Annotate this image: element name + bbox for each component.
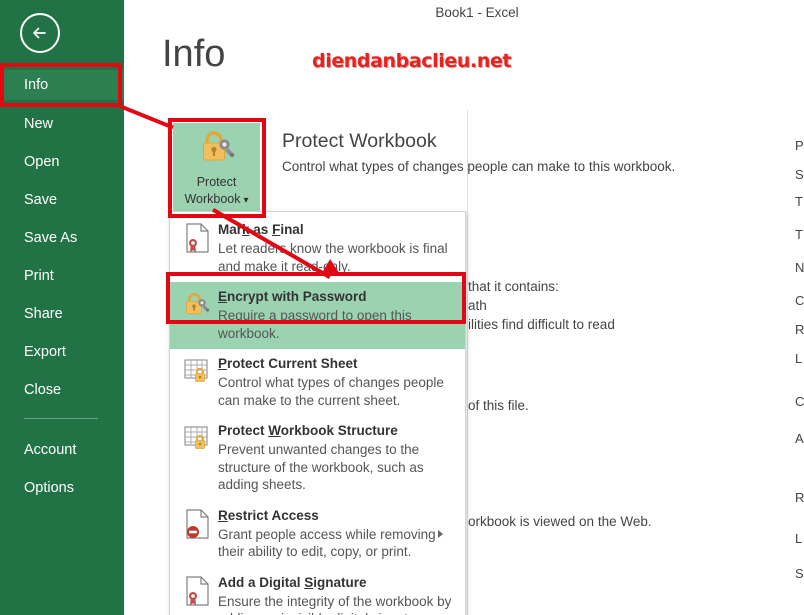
menu-item-description: Require a password to open this workbook… bbox=[218, 308, 412, 341]
protect-workbook-dropdown-menu: Mark as Final Let readers know the workb… bbox=[169, 211, 466, 615]
rc-line: C bbox=[795, 394, 804, 409]
rc-line: R bbox=[795, 322, 804, 337]
sidebar-item-label: Info bbox=[24, 77, 49, 93]
sidebar-item-info[interactable]: Info bbox=[0, 70, 124, 100]
menu-item-title: Add a Digital Signature bbox=[218, 574, 367, 590]
inspect-fragment-2: ath bbox=[468, 298, 487, 313]
browser-fragment-1: orkbook is viewed on the Web. bbox=[468, 514, 652, 529]
menu-item-description: Control what types of changes people can… bbox=[218, 375, 444, 408]
menu-item-title: Protect Current Sheet bbox=[218, 356, 358, 371]
encrypt-password-icon bbox=[178, 288, 218, 342]
sidebar-item-label: Account bbox=[24, 442, 77, 458]
rc-line: L bbox=[795, 531, 803, 546]
sidebar-item-account[interactable]: Account bbox=[0, 435, 124, 465]
sidebar-item-label: Options bbox=[24, 480, 74, 496]
rc-line: P bbox=[795, 138, 804, 153]
protect-workbook-description: Control what types of changes people can… bbox=[282, 159, 676, 174]
sidebar-item-options[interactable]: Options bbox=[0, 473, 124, 503]
sidebar-item-share[interactable]: Share bbox=[0, 299, 124, 329]
sidebar-item-label: Print bbox=[24, 268, 54, 284]
properties-column-truncated: P Si T T N C R L C A R L S bbox=[795, 120, 804, 600]
rc-line-link[interactable]: S bbox=[795, 566, 804, 581]
protect-workbook-section: Protect Workbook Control what types of c… bbox=[282, 129, 762, 176]
menu-item-title: Encrypt with Password bbox=[218, 289, 367, 304]
protect-structure-icon bbox=[178, 422, 218, 494]
sidebar-item-close[interactable]: Close bbox=[0, 375, 124, 405]
menu-item-title: Mark as Final bbox=[218, 222, 304, 237]
submenu-arrow-icon[interactable] bbox=[438, 530, 443, 538]
sidebar-item-save-as[interactable]: Save As bbox=[0, 223, 124, 253]
chevron-down-icon[interactable]: ▾ bbox=[244, 195, 249, 206]
backstage-sidebar: Info New Open Save Save As Print Share E… bbox=[0, 0, 124, 615]
sidebar-item-label: New bbox=[24, 116, 54, 132]
sidebar-item-export[interactable]: Export bbox=[0, 337, 124, 367]
menu-item-description: Grant people access while removing their… bbox=[218, 526, 436, 560]
menu-item-restrict-access[interactable]: Restrict Access Grant people access whil… bbox=[170, 501, 465, 568]
protect-btn-line2-wrap: Workbook ▾ bbox=[173, 191, 260, 209]
rc-line: T bbox=[795, 227, 803, 242]
inspect-fragment-1: that it contains: bbox=[468, 279, 559, 294]
versions-fragment-1: of this file. bbox=[468, 398, 529, 413]
menu-item-description: Prevent unwanted changes to the structur… bbox=[218, 442, 424, 492]
menu-item-description: Ensure the integrity of the workbook by … bbox=[218, 593, 452, 615]
window-title: Book1 - Excel bbox=[435, 5, 519, 20]
protect-btn-line1: Protect bbox=[196, 175, 237, 189]
sidebar-item-save[interactable]: Save bbox=[0, 185, 124, 215]
menu-item-description: Let readers know the workbook is final a… bbox=[218, 241, 448, 274]
excel-backstage-info-screen: Info New Open Save Save As Print Share E… bbox=[0, 0, 804, 615]
content-divider bbox=[467, 110, 468, 615]
sidebar-divider bbox=[24, 418, 98, 419]
back-arrow-icon[interactable] bbox=[20, 13, 60, 53]
protect-btn-line2: Workbook bbox=[184, 192, 241, 206]
back-arrow-glyph bbox=[33, 27, 46, 39]
rc-line: N bbox=[795, 260, 804, 275]
protect-workbook-button-label: Protect Workbook ▾ bbox=[173, 174, 260, 209]
page-title: Info bbox=[162, 33, 226, 75]
menu-item-protect-workbook-structure[interactable]: Protect Workbook Structure Prevent unwan… bbox=[170, 416, 465, 501]
protect-workbook-heading: Protect Workbook bbox=[282, 130, 437, 152]
mark-as-final-icon bbox=[178, 221, 218, 275]
sidebar-item-label: Save bbox=[24, 192, 58, 208]
sidebar-item-label: Save As bbox=[24, 230, 78, 246]
rc-line: A bbox=[795, 431, 804, 446]
menu-item-add-digital-signature[interactable]: Add a Digital Signature Ensure the integ… bbox=[170, 568, 465, 615]
watermark-text: diendanbaclieu.net bbox=[312, 50, 512, 72]
menu-item-title: Restrict Access bbox=[218, 507, 319, 523]
sidebar-item-new[interactable]: New bbox=[0, 109, 124, 139]
sidebar-item-label: Share bbox=[24, 306, 63, 322]
menu-item-title: Protect Workbook Structure bbox=[218, 423, 398, 438]
sidebar-item-print[interactable]: Print bbox=[0, 261, 124, 291]
sidebar-item-open[interactable]: Open bbox=[0, 147, 124, 177]
lock-key-icon bbox=[202, 131, 235, 161]
sidebar-item-label: Close bbox=[24, 382, 62, 398]
rc-line: L bbox=[795, 351, 803, 366]
menu-item-mark-as-final[interactable]: Mark as Final Let readers know the workb… bbox=[170, 215, 465, 282]
rc-line: T bbox=[795, 194, 803, 209]
arrow-info-to-protect-workbook bbox=[118, 104, 174, 130]
digital-signature-icon bbox=[178, 574, 218, 615]
sidebar-item-label: Open bbox=[24, 154, 60, 170]
menu-item-protect-current-sheet[interactable]: Protect Current Sheet Control what types… bbox=[170, 349, 465, 416]
protect-sheet-icon bbox=[178, 355, 218, 409]
sidebar-item-label: Export bbox=[24, 344, 66, 360]
inspect-fragment-3: ilities find difficult to read bbox=[468, 317, 615, 332]
rc-line: Si bbox=[795, 167, 804, 182]
rc-line: C bbox=[795, 293, 804, 308]
restrict-access-icon bbox=[178, 507, 218, 561]
rc-line: R bbox=[795, 490, 804, 505]
menu-item-encrypt-with-password[interactable]: Encrypt with Password Require a password… bbox=[170, 282, 465, 349]
protect-workbook-button[interactable]: Protect Workbook ▾ bbox=[173, 123, 260, 212]
